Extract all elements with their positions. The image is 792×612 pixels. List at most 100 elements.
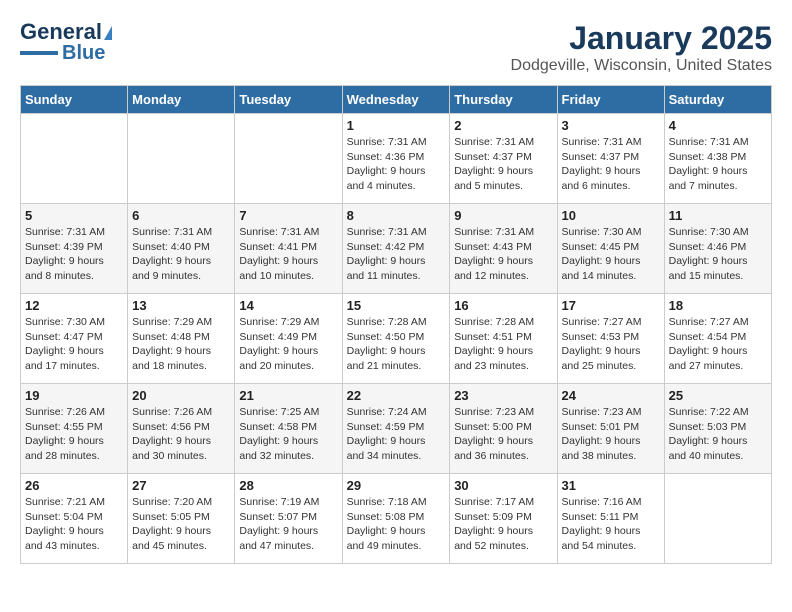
day-number: 2 <box>454 118 552 133</box>
calendar-cell: 6 Sunrise: 7:31 AM Sunset: 4:40 PM Daylig… <box>128 204 235 294</box>
calendar-cell: 28 Sunrise: 7:19 AM Sunset: 5:07 PM Dayli… <box>235 474 342 564</box>
calendar-week-1: 1Sunrise: 7:31 AM Sunset: 4:36 PM Daylig… <box>21 114 772 204</box>
day-info: Sunrise: 7:23 AM Sunset: 5:00 PM Dayligh… <box>454 405 552 464</box>
day-number: 23 <box>454 388 552 403</box>
day-number: 5 <box>25 208 123 223</box>
day-info: Sunrise: 7:31 AM Sunset: 4:40 PM Dayligh… <box>132 225 230 284</box>
day-number: 3 <box>562 118 660 133</box>
calendar-cell: 5Sunrise: 7:31 AM Sunset: 4:39 PM Daylig… <box>21 204 128 294</box>
day-info: Sunrise: 7:31 AM Sunset: 4:41 PM Dayligh… <box>239 225 337 284</box>
day-number: 1 <box>347 118 446 133</box>
day-number: 28 <box>239 478 337 493</box>
page-subtitle: Dodgeville, Wisconsin, United States <box>511 57 772 75</box>
day-number: 21 <box>239 388 337 403</box>
calendar-cell: 21 Sunrise: 7:25 AM Sunset: 4:58 PM Dayli… <box>235 384 342 474</box>
day-info: Sunrise: 7:31 AM Sunset: 4:37 PM Dayligh… <box>562 135 660 194</box>
calendar-cell: 30 Sunrise: 7:17 AM Sunset: 5:09 PM Dayli… <box>450 474 557 564</box>
day-number: 26 <box>25 478 123 493</box>
day-info: Sunrise: 7:31 AM Sunset: 4:42 PM Dayligh… <box>347 225 446 284</box>
calendar-cell: 2Sunrise: 7:31 AM Sunset: 4:37 PM Daylig… <box>450 114 557 204</box>
calendar-cell: 1Sunrise: 7:31 AM Sunset: 4:36 PM Daylig… <box>342 114 450 204</box>
day-number: 8 <box>347 208 446 223</box>
day-number: 20 <box>132 388 230 403</box>
calendar-cell <box>235 114 342 204</box>
day-number: 13 <box>132 298 230 313</box>
day-number: 9 <box>454 208 552 223</box>
day-number: 16 <box>454 298 552 313</box>
day-number: 15 <box>347 298 446 313</box>
calendar-cell: 20 Sunrise: 7:26 AM Sunset: 4:56 PM Dayli… <box>128 384 235 474</box>
day-info: Sunrise: 7:24 AM Sunset: 4:59 PM Dayligh… <box>347 405 446 464</box>
calendar-cell: 17 Sunrise: 7:27 AM Sunset: 4:53 PM Dayli… <box>557 294 664 384</box>
day-number: 17 <box>562 298 660 313</box>
day-number: 7 <box>239 208 337 223</box>
calendar-cell: 12 Sunrise: 7:30 AM Sunset: 4:47 PM Dayli… <box>21 294 128 384</box>
weekday-header-tuesday: Tuesday <box>235 86 342 114</box>
calendar-cell: 13 Sunrise: 7:29 AM Sunset: 4:48 PM Dayli… <box>128 294 235 384</box>
day-number: 11 <box>669 208 767 223</box>
weekday-header-saturday: Saturday <box>664 86 771 114</box>
calendar-cell: 31Sunrise: 7:16 AM Sunset: 5:11 PM Dayli… <box>557 474 664 564</box>
calendar-cell: 4 Sunrise: 7:31 AM Sunset: 4:38 PM Daylig… <box>664 114 771 204</box>
day-number: 14 <box>239 298 337 313</box>
day-info: Sunrise: 7:26 AM Sunset: 4:55 PM Dayligh… <box>25 405 123 464</box>
calendar-cell: 14 Sunrise: 7:29 AM Sunset: 4:49 PM Dayli… <box>235 294 342 384</box>
calendar-cell: 3 Sunrise: 7:31 AM Sunset: 4:37 PM Daylig… <box>557 114 664 204</box>
page-header: General Blue January 2025 Dodgeville, Wi… <box>20 20 772 75</box>
day-number: 6 <box>132 208 230 223</box>
day-number: 19 <box>25 388 123 403</box>
day-info: Sunrise: 7:26 AM Sunset: 4:56 PM Dayligh… <box>132 405 230 464</box>
day-number: 18 <box>669 298 767 313</box>
day-info: Sunrise: 7:20 AM Sunset: 5:05 PM Dayligh… <box>132 495 230 554</box>
calendar-cell: 18Sunrise: 7:27 AM Sunset: 4:54 PM Dayli… <box>664 294 771 384</box>
page-title: January 2025 <box>511 20 772 57</box>
day-info: Sunrise: 7:31 AM Sunset: 4:43 PM Dayligh… <box>454 225 552 284</box>
calendar-cell: 19 Sunrise: 7:26 AM Sunset: 4:55 PM Dayli… <box>21 384 128 474</box>
weekday-header-wednesday: Wednesday <box>342 86 450 114</box>
calendar-cell: 10 Sunrise: 7:30 AM Sunset: 4:45 PM Dayli… <box>557 204 664 294</box>
calendar-cell: 22Sunrise: 7:24 AM Sunset: 4:59 PM Dayli… <box>342 384 450 474</box>
calendar-cell: 9 Sunrise: 7:31 AM Sunset: 4:43 PM Daylig… <box>450 204 557 294</box>
day-number: 12 <box>25 298 123 313</box>
calendar-week-2: 5Sunrise: 7:31 AM Sunset: 4:39 PM Daylig… <box>21 204 772 294</box>
day-info: Sunrise: 7:30 AM Sunset: 4:46 PM Dayligh… <box>669 225 767 284</box>
day-number: 4 <box>669 118 767 133</box>
logo-blue: Blue <box>62 42 105 64</box>
day-info: Sunrise: 7:17 AM Sunset: 5:09 PM Dayligh… <box>454 495 552 554</box>
weekday-header-row: SundayMondayTuesdayWednesdayThursdayFrid… <box>21 86 772 114</box>
day-info: Sunrise: 7:19 AM Sunset: 5:07 PM Dayligh… <box>239 495 337 554</box>
calendar-week-3: 12 Sunrise: 7:30 AM Sunset: 4:47 PM Dayli… <box>21 294 772 384</box>
weekday-header-sunday: Sunday <box>21 86 128 114</box>
calendar-week-5: 26Sunrise: 7:21 AM Sunset: 5:04 PM Dayli… <box>21 474 772 564</box>
day-info: Sunrise: 7:28 AM Sunset: 4:50 PM Dayligh… <box>347 315 446 374</box>
calendar-cell: 16 Sunrise: 7:28 AM Sunset: 4:51 PM Dayli… <box>450 294 557 384</box>
day-number: 25 <box>669 388 767 403</box>
day-info: Sunrise: 7:28 AM Sunset: 4:51 PM Dayligh… <box>454 315 552 374</box>
day-info: Sunrise: 7:23 AM Sunset: 5:01 PM Dayligh… <box>562 405 660 464</box>
day-number: 31 <box>562 478 660 493</box>
day-info: Sunrise: 7:30 AM Sunset: 4:45 PM Dayligh… <box>562 225 660 284</box>
calendar-cell: 27 Sunrise: 7:20 AM Sunset: 5:05 PM Dayli… <box>128 474 235 564</box>
calendar-cell: 11 Sunrise: 7:30 AM Sunset: 4:46 PM Dayli… <box>664 204 771 294</box>
calendar-table: SundayMondayTuesdayWednesdayThursdayFrid… <box>20 85 772 564</box>
day-number: 27 <box>132 478 230 493</box>
logo-text: General <box>20 20 112 44</box>
weekday-header-thursday: Thursday <box>450 86 557 114</box>
calendar-cell <box>128 114 235 204</box>
logo: General Blue <box>20 20 112 64</box>
day-info: Sunrise: 7:30 AM Sunset: 4:47 PM Dayligh… <box>25 315 123 374</box>
day-info: Sunrise: 7:29 AM Sunset: 4:48 PM Dayligh… <box>132 315 230 374</box>
day-info: Sunrise: 7:31 AM Sunset: 4:38 PM Dayligh… <box>669 135 767 194</box>
weekday-header-friday: Friday <box>557 86 664 114</box>
calendar-cell: 29Sunrise: 7:18 AM Sunset: 5:08 PM Dayli… <box>342 474 450 564</box>
day-info: Sunrise: 7:27 AM Sunset: 4:53 PM Dayligh… <box>562 315 660 374</box>
title-block: January 2025 Dodgeville, Wisconsin, Unit… <box>511 20 772 75</box>
calendar-cell: 24 Sunrise: 7:23 AM Sunset: 5:01 PM Dayli… <box>557 384 664 474</box>
day-number: 24 <box>562 388 660 403</box>
day-info: Sunrise: 7:22 AM Sunset: 5:03 PM Dayligh… <box>669 405 767 464</box>
calendar-cell: 8 Sunrise: 7:31 AM Sunset: 4:42 PM Daylig… <box>342 204 450 294</box>
day-number: 10 <box>562 208 660 223</box>
day-number: 30 <box>454 478 552 493</box>
day-info: Sunrise: 7:29 AM Sunset: 4:49 PM Dayligh… <box>239 315 337 374</box>
day-info: Sunrise: 7:25 AM Sunset: 4:58 PM Dayligh… <box>239 405 337 464</box>
